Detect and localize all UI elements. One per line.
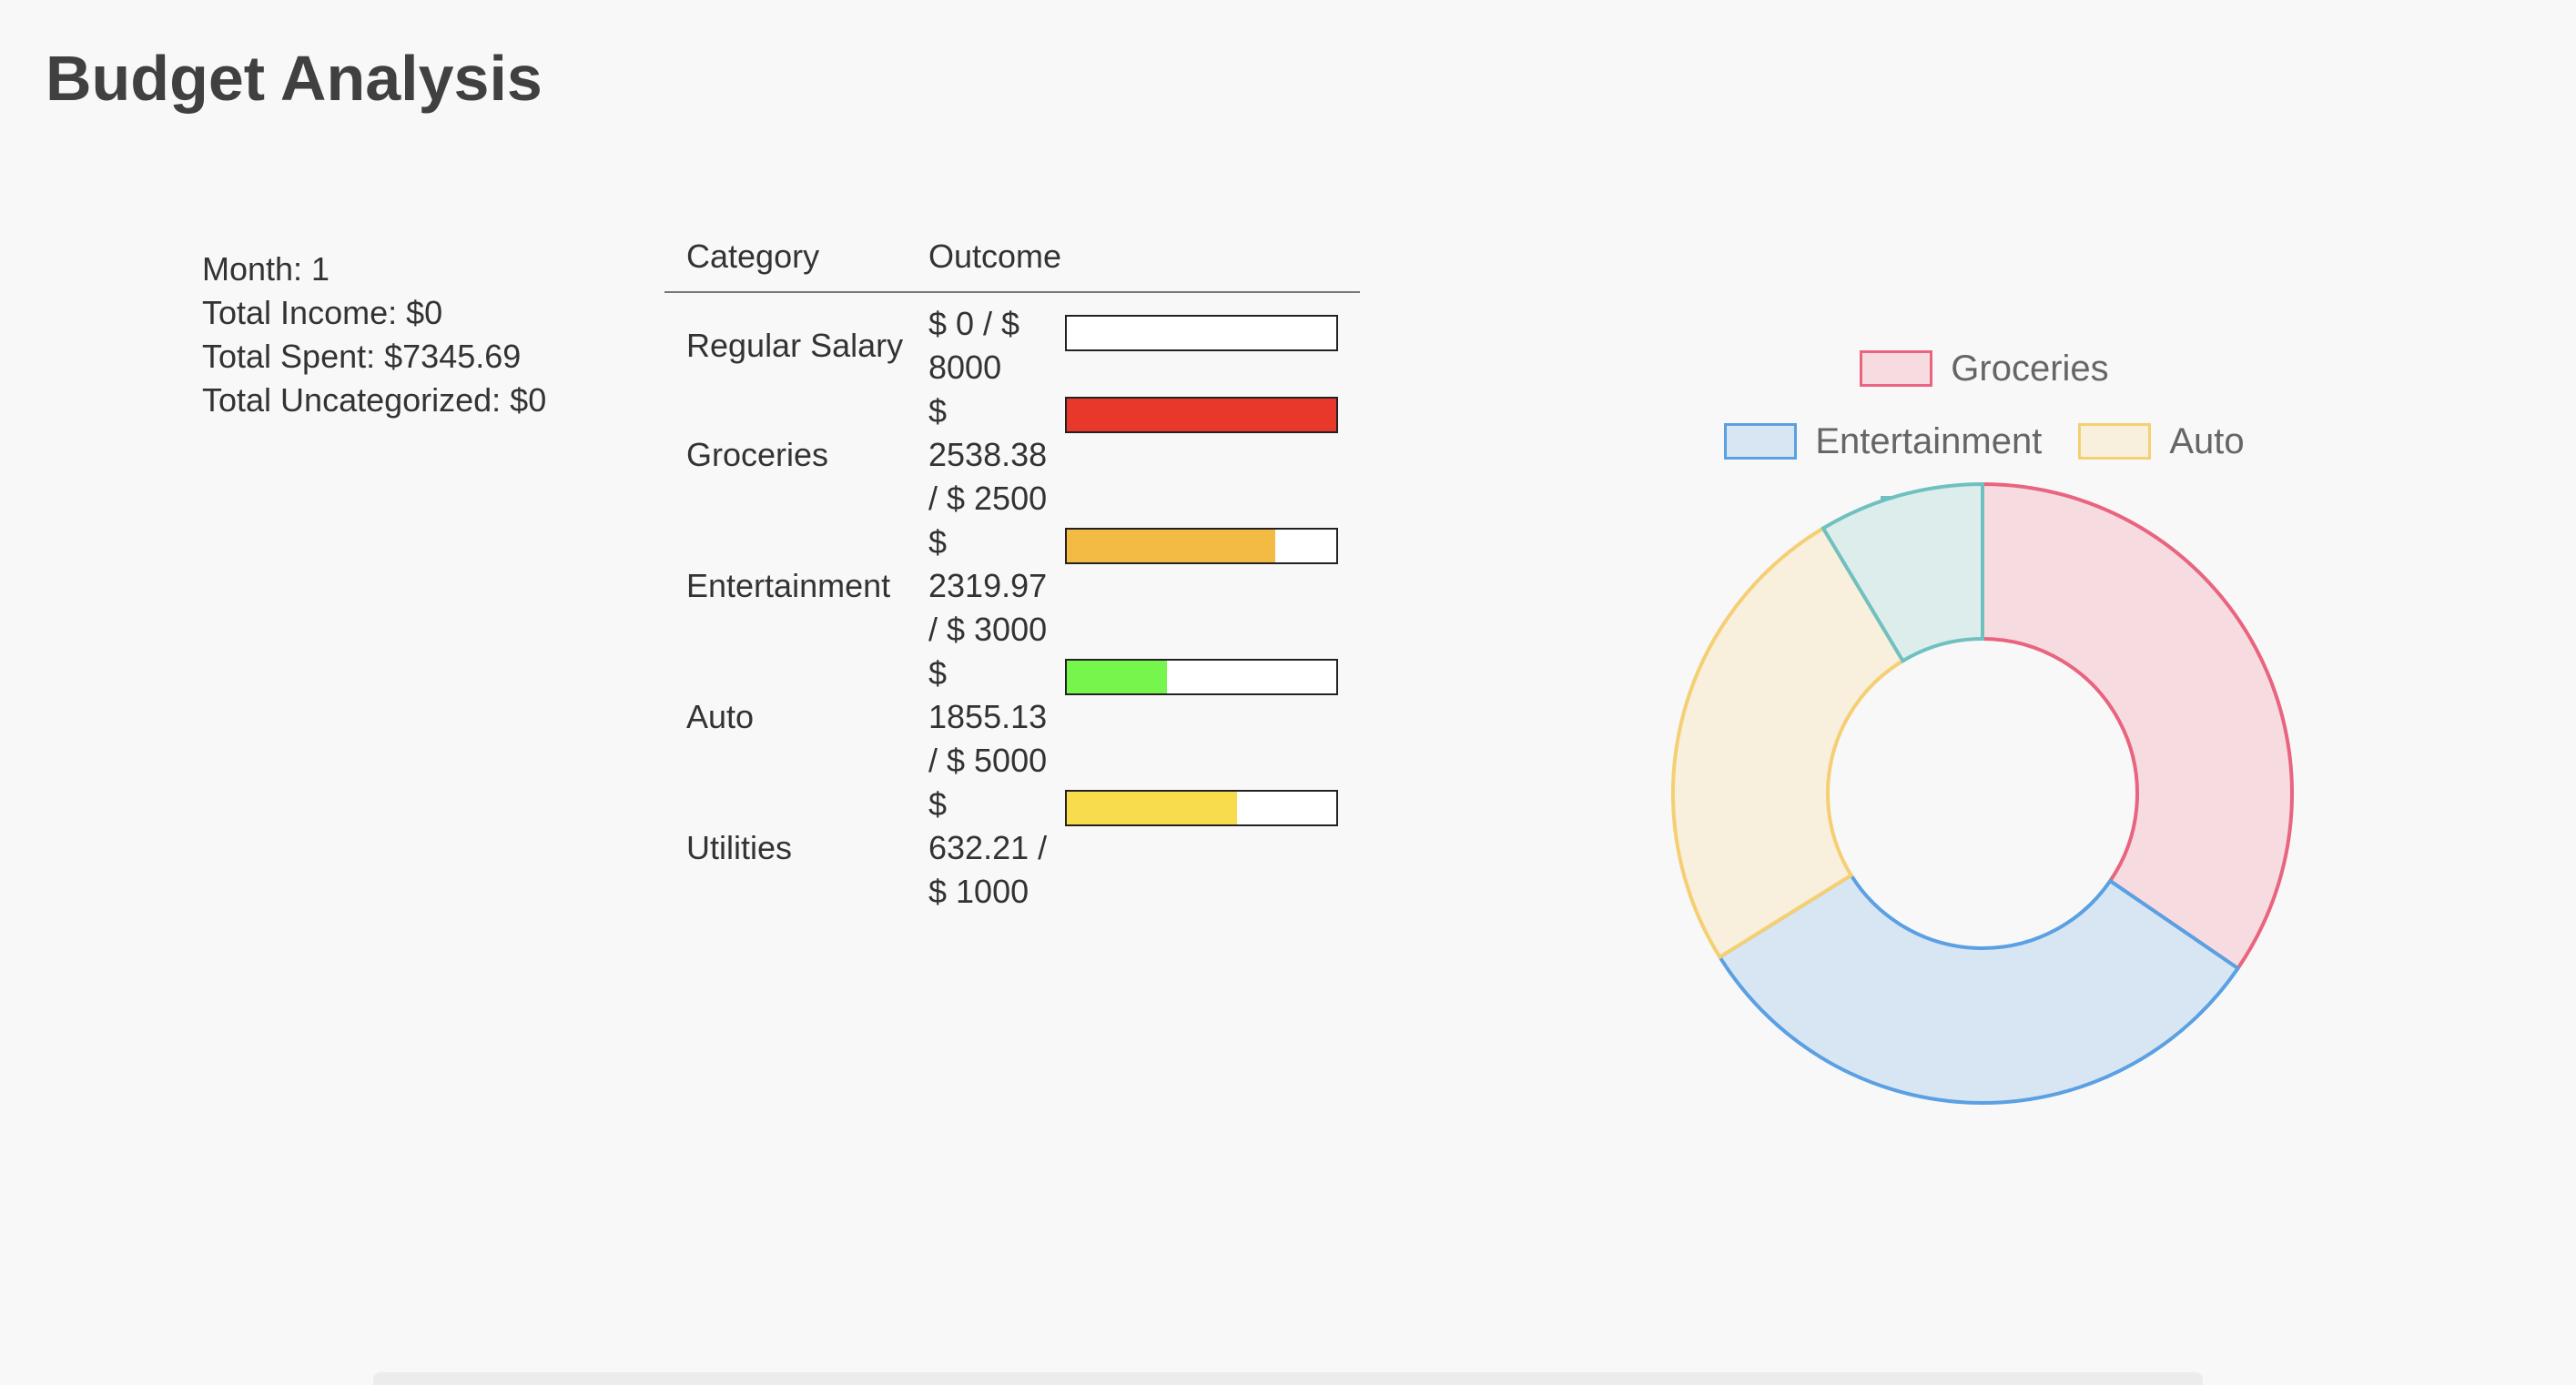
table-row: Utilities $ 632.21 / $ 1000 bbox=[664, 783, 1360, 914]
spending-donut-chart bbox=[1671, 481, 2294, 1105]
legend-item-auto[interactable]: Auto bbox=[2078, 419, 2245, 464]
legend-swatch bbox=[1724, 423, 1798, 460]
donut-slice-groceries[interactable] bbox=[1981, 481, 2294, 971]
total-uncategorized: Total Uncategorized: $0 bbox=[202, 381, 547, 419]
progress-bar bbox=[1065, 397, 1338, 433]
category-header: Category bbox=[664, 235, 907, 293]
table-row: Regular Salary $ 0 / $ 8000 bbox=[664, 292, 1360, 389]
table-header-row: Category Outcome bbox=[664, 235, 1360, 293]
row-progress bbox=[1056, 521, 1360, 652]
table-body: Regular Salary $ 0 / $ 8000 Groceries $ 253… bbox=[664, 292, 1360, 914]
total-income: Total Income: $0 bbox=[202, 294, 443, 331]
row-category: Regular Salary bbox=[686, 327, 904, 364]
budget-summary: Month: 1 Total Income: $0 Total Spent: $… bbox=[202, 248, 546, 422]
budget-table: Category Outcome Regular Salary $ 0 / $ 8… bbox=[664, 235, 1360, 914]
row-outcome: $ 0 / $ 8000 bbox=[928, 305, 1020, 386]
row-progress bbox=[1056, 389, 1360, 521]
progress-bar bbox=[1065, 315, 1338, 351]
legend-swatch bbox=[2078, 423, 2152, 460]
legend-item-groceries[interactable]: Groceries bbox=[1860, 346, 2109, 391]
progress-fill bbox=[1067, 792, 1238, 824]
total-spent: Total Spent: $7345.69 bbox=[202, 338, 522, 375]
progress-bar bbox=[1065, 528, 1338, 564]
row-progress bbox=[1056, 652, 1360, 783]
legend-label: Auto bbox=[2169, 420, 2245, 461]
progress-fill bbox=[1067, 530, 1275, 562]
legend-label: Entertainment bbox=[1815, 420, 2043, 461]
progress-bar bbox=[1065, 790, 1338, 826]
row-progress bbox=[1056, 292, 1360, 389]
outcome-header: Outcome bbox=[907, 235, 1360, 293]
progress-fill bbox=[1067, 399, 1336, 431]
row-outcome: $ 2319.97 / $ 3000 bbox=[928, 523, 1048, 648]
progress-bar bbox=[1065, 659, 1338, 695]
row-category: Groceries bbox=[686, 436, 829, 473]
page-title: Budget Analysis bbox=[46, 43, 543, 114]
table-row: Entertainment $ 2319.97 / $ 3000 bbox=[664, 521, 1360, 652]
month-label: Month: 1 bbox=[202, 250, 330, 288]
row-outcome: $ 632.21 / $ 1000 bbox=[928, 785, 1048, 910]
legend-label: Groceries bbox=[1951, 348, 2109, 389]
table-row: Groceries $ 2538.38 / $ 2500 bbox=[664, 389, 1360, 521]
page-bottom-edge bbox=[373, 1372, 2203, 1385]
legend-item-entertainment[interactable]: Entertainment bbox=[1724, 419, 2042, 464]
table-row: Auto $ 1855.13 / $ 5000 bbox=[664, 652, 1360, 783]
progress-fill bbox=[1067, 661, 1167, 693]
row-category: Utilities bbox=[686, 829, 793, 866]
row-progress bbox=[1056, 783, 1360, 914]
row-outcome: $ 1855.13 / $ 5000 bbox=[928, 654, 1048, 779]
legend-swatch bbox=[1860, 350, 1933, 387]
row-outcome: $ 2538.38 / $ 2500 bbox=[928, 392, 1048, 517]
row-category: Auto bbox=[686, 698, 755, 735]
row-category: Entertainment bbox=[686, 567, 891, 604]
